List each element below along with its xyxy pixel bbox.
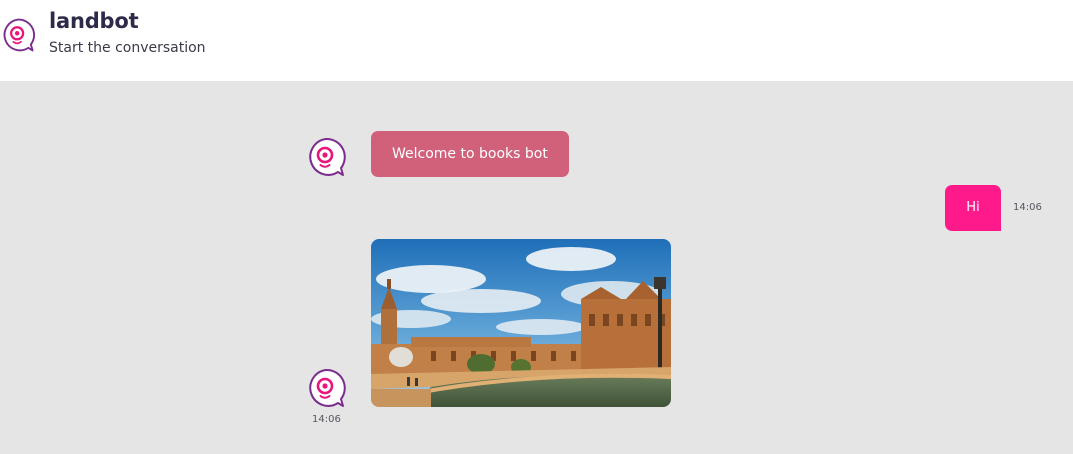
bot-name-title: landbot <box>49 9 139 33</box>
user-message-time: 14:06 <box>1013 202 1042 213</box>
bot-avatar-icon <box>309 137 346 176</box>
bot-avatar-icon <box>309 368 346 407</box>
chat-messages-area[interactable]: Welcome to books bot Hi 14:06 14:06 <box>0 81 1073 454</box>
chat-header: landbot Start the conversation <box>0 0 1073 81</box>
bot-message-time: 14:06 <box>312 414 341 425</box>
header-subtitle: Start the conversation <box>49 40 206 56</box>
bot-message-bubble: Welcome to books bot <box>371 131 569 177</box>
bot-image-message[interactable] <box>371 239 671 407</box>
user-message-bubble: Hi <box>945 185 1001 231</box>
plaza-photo-image <box>371 239 671 407</box>
landbot-logo-icon <box>3 18 36 52</box>
